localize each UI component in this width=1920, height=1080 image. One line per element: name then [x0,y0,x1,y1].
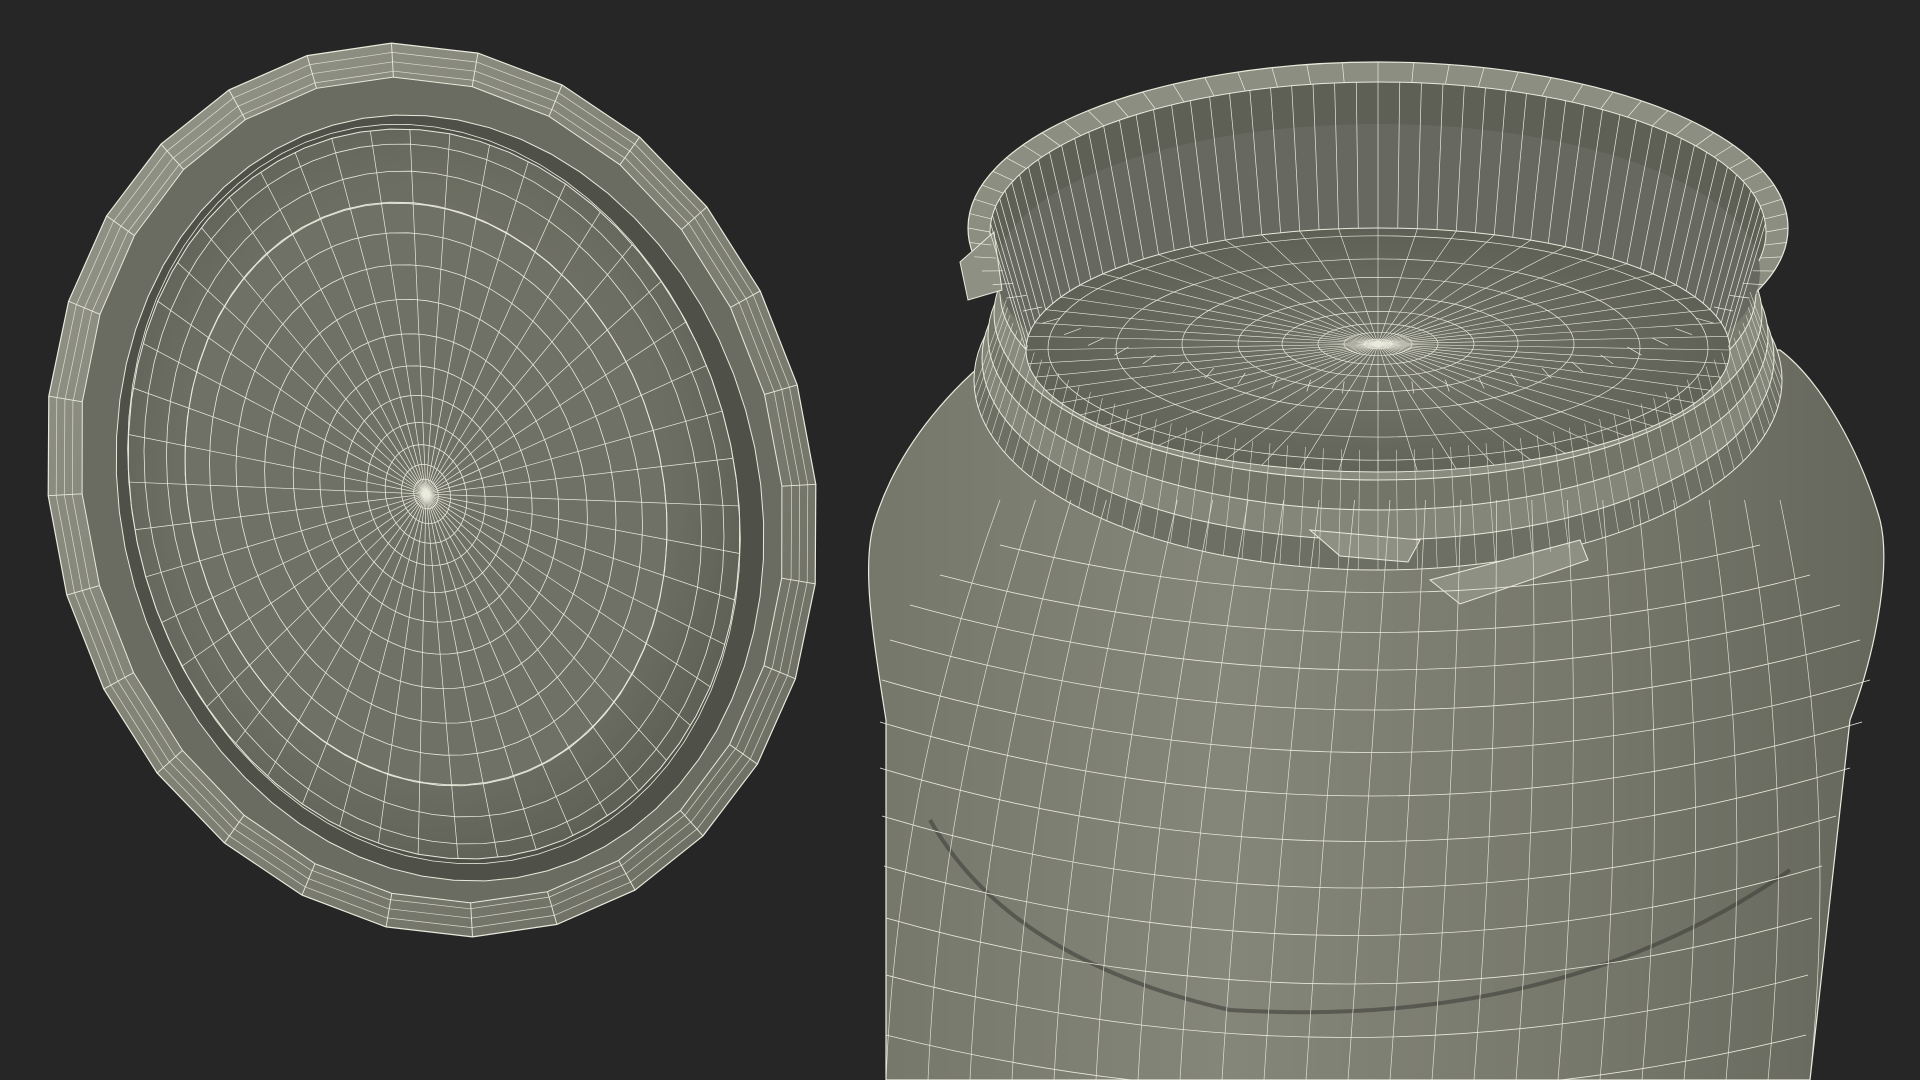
jar-bottom-pole [1374,340,1382,348]
wireframe-render-viewport [0,0,1920,1080]
jar-body [867,61,1885,1080]
render-canvas [47,42,1885,1080]
jar-lid [47,42,817,938]
lid-center-pole [422,490,430,498]
